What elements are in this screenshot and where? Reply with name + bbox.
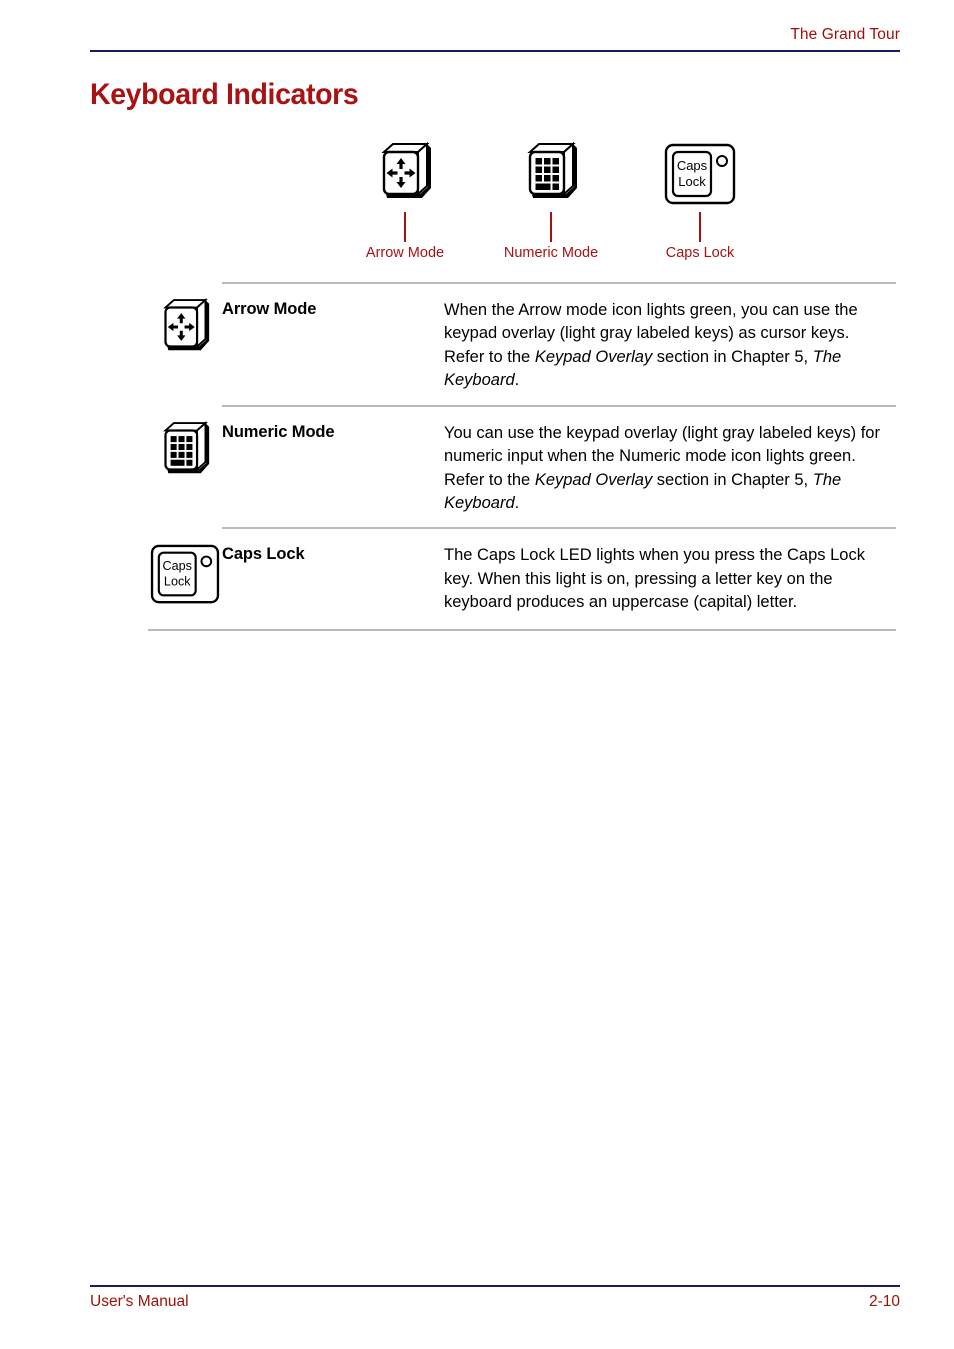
caps-key-text-line2: Lock bbox=[164, 575, 191, 589]
page-footer: User's Manual 2-10 bbox=[90, 1285, 900, 1311]
numeric-mode-keycap-icon bbox=[486, 142, 616, 212]
footer-page-number: 2-10 bbox=[868, 1293, 900, 1310]
table-term: Numeric Mode bbox=[222, 422, 335, 441]
table-description: The Caps Lock LED lights when you press … bbox=[444, 546, 865, 612]
table-row-icon-numeric-mode bbox=[144, 404, 222, 479]
table-row-icon-caps-lock: Caps Lock bbox=[144, 527, 222, 608]
caps-key-text-line2: Lock bbox=[678, 174, 706, 189]
figure-callout-label: Numeric Mode bbox=[503, 245, 599, 261]
caps-lock-key-icon: Caps Lock bbox=[635, 142, 765, 212]
callout-leader-line bbox=[550, 212, 552, 242]
caps-key-text-line1: Caps bbox=[677, 158, 708, 173]
callout-leader-line bbox=[404, 212, 406, 242]
keyboard-indicators-figure: Arrow Mode Numeric Mode Caps Lock Caps L… bbox=[340, 142, 770, 262]
keyboard-indicators-table: Arrow Mode When the Arrow mode icon ligh… bbox=[144, 282, 896, 631]
footer-divider bbox=[90, 1285, 900, 1287]
callout-leader-line bbox=[699, 212, 701, 242]
table-description: You can use the keypad overlay (light gr… bbox=[444, 423, 880, 512]
figure-callout-numeric-mode: Numeric Mode bbox=[486, 142, 616, 261]
table-row: Caps Lock Caps Lock The Caps Lock LED li… bbox=[144, 527, 896, 631]
table-row: Arrow Mode When the Arrow mode icon ligh… bbox=[144, 282, 896, 405]
table-term: Arrow Mode bbox=[222, 300, 317, 318]
arrow-mode-keycap-icon bbox=[340, 142, 470, 212]
figure-callout-label: Arrow Mode bbox=[365, 245, 445, 261]
table-term: Caps Lock bbox=[222, 545, 305, 564]
page-title: Keyboard Indicators bbox=[90, 78, 359, 111]
figure-callout-caps-lock: Caps Lock Caps Lock bbox=[635, 142, 765, 261]
table-description: When the Arrow mode icon lights green, y… bbox=[444, 301, 858, 390]
figure-callout-label: Caps Lock bbox=[665, 245, 735, 261]
header-divider bbox=[90, 49, 900, 52]
figure-callout-arrow-mode: Arrow Mode bbox=[340, 142, 470, 261]
header-chapter-title: The Grand Tour bbox=[790, 26, 900, 43]
table-row-icon-arrow-mode bbox=[144, 282, 222, 356]
caps-key-text-line1: Caps bbox=[163, 560, 192, 574]
page-header: The Grand Tour bbox=[90, 26, 900, 52]
footer-manual-label: User's Manual bbox=[90, 1293, 189, 1310]
table-row: Numeric Mode You can use the keypad over… bbox=[144, 404, 896, 528]
